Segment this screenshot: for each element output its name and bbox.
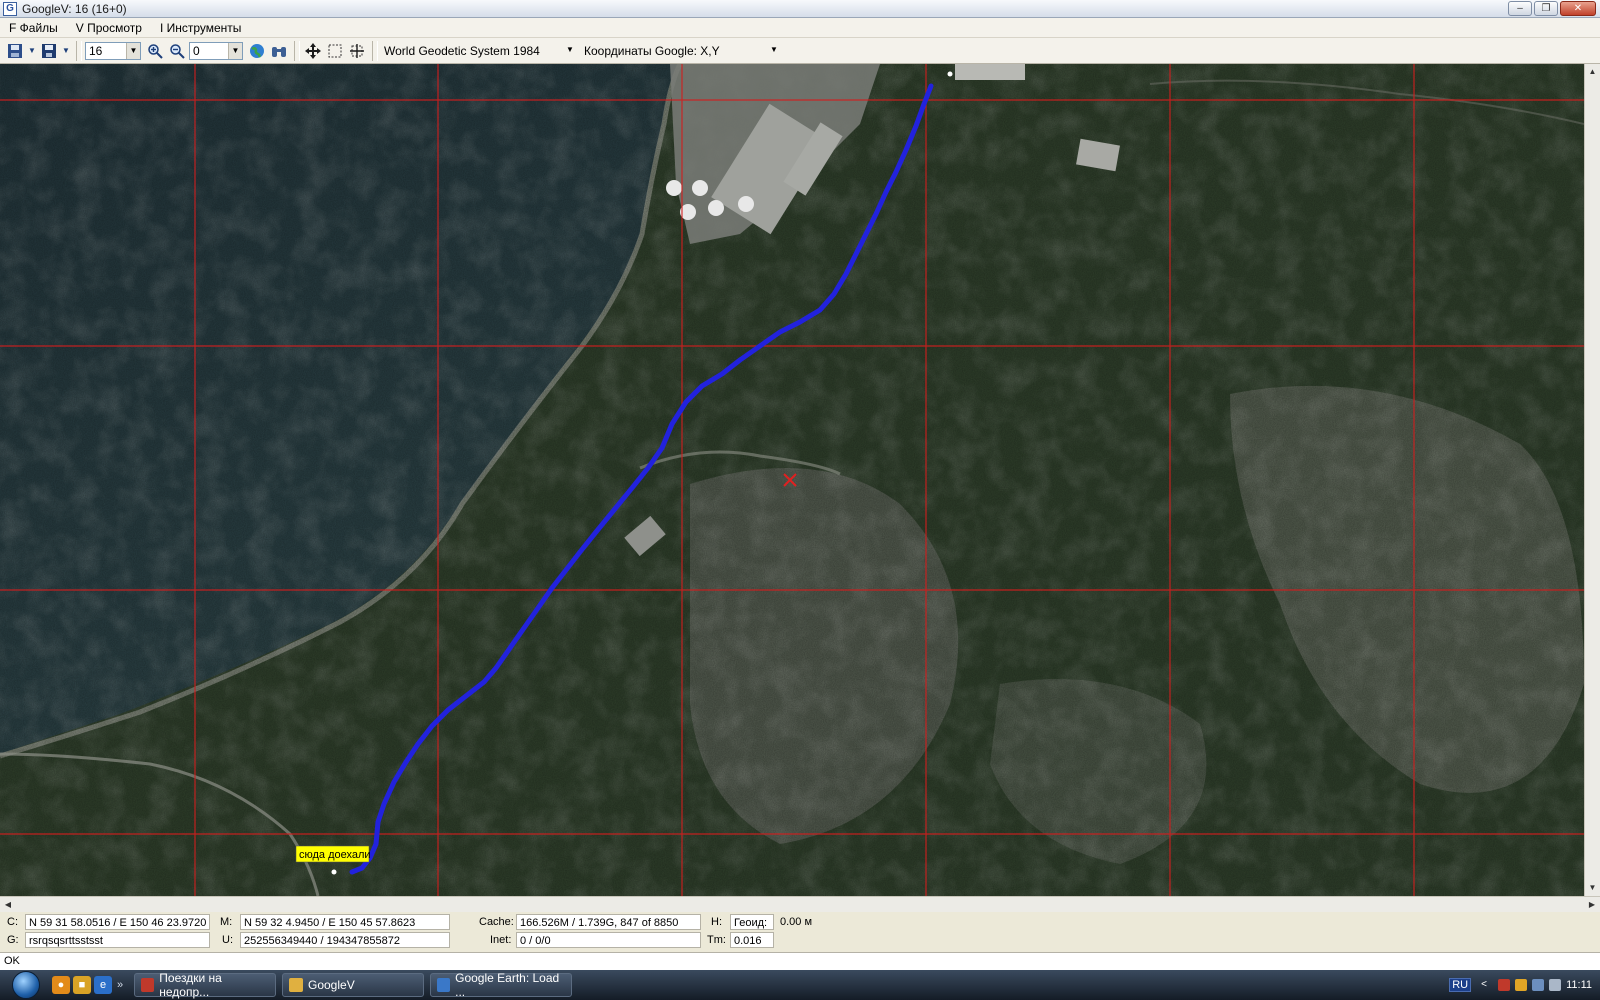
tray-network-icon[interactable] [1532,979,1545,991]
language-indicator[interactable]: RU [1449,978,1472,992]
crosshair-center-icon[interactable] [347,41,367,61]
save-as-icon[interactable] [39,41,59,61]
satellite-map-view[interactable]: сюда доехали [0,64,1584,896]
pan-move-icon[interactable] [303,41,323,61]
storage-tank [666,180,682,196]
taskbar-item-label: Поездки на недопр... [159,971,222,999]
message-bar: OK [0,952,1600,970]
windows-logo-icon [12,971,40,999]
menu-tools[interactable]: I Инструменты [151,21,251,35]
clock[interactable]: 11:11 [1566,979,1592,991]
menu-files[interactable]: F Файлы [0,21,67,35]
toolbar-separator [294,40,300,61]
chevron-down-icon[interactable]: ▼ [228,42,242,59]
minimize-button[interactable]: – [1508,1,1532,16]
globe-icon[interactable] [247,41,267,61]
geoid-label: Геоид: [730,914,774,930]
scroll-right-icon[interactable]: ▶ [1584,897,1600,912]
taskbar-item-label: Google Earth: Load ... [455,971,560,999]
chevron-down-icon[interactable]: ▼ [767,42,781,58]
menu-bar: F Файлы V Просмотр I Инструменты [0,18,1600,38]
coord-mode-value: Координаты Google: X,Y [584,43,720,58]
close-button[interactable]: ✕ [1560,1,1596,16]
chevron-down-icon[interactable]: ▼ [126,42,140,59]
cursor-coord-value: N 59 31 58.0516 / E 150 46 23.9720 [25,914,210,930]
cache-label: Cache: [479,916,514,928]
marker-coord-label: M: [220,916,233,928]
window-title: GoogleV: 16 (16+0) [22,1,127,16]
tray-expand-icon[interactable]: < [1481,979,1493,991]
toolbar-separator [372,40,378,61]
chevron-down-icon[interactable]: ▼ [27,41,37,61]
tile-code-label: G: [7,934,19,946]
storage-tank [692,180,708,196]
cache-value: 166.526M / 1.739G, 847 of 8850 [516,914,701,930]
pixel-coord-value: 252556349440 / 194347855872 [240,932,450,948]
pixel-coord-label: U: [222,934,233,946]
select-rectangle-icon[interactable] [325,41,345,61]
time-value: 0.016 [730,932,774,948]
coord-mode-select[interactable]: Координаты Google: X,Y ▼ [581,42,781,60]
tray-antivirus-icon[interactable] [1498,979,1511,991]
geoid-value: 0.00 м [780,916,813,928]
save-disk-icon[interactable] [5,41,25,61]
track-end-point [331,869,337,875]
google-earth-app-icon [437,978,451,992]
app-icon: G [3,1,17,16]
scroll-left-icon[interactable]: ◀ [0,897,16,912]
binoculars-icon[interactable] [269,41,289,61]
quicklaunch-folder-icon[interactable]: ■ [73,976,91,994]
message-text: OK [4,955,20,967]
inet-value: 0 / 0/0 [516,932,701,948]
height-label: H: [711,916,722,928]
browser-app-icon [141,978,155,992]
taskbar-item-label: GoogleV [308,978,355,992]
windows-taskbar: ● ■ e » Поездки на недопр... GoogleV Goo… [0,970,1600,1000]
zoom-out-icon[interactable] [167,41,187,61]
inet-label: Inet: [490,934,512,946]
tray-volume-icon[interactable] [1549,979,1562,991]
annotation-label[interactable]: сюда доехали [299,849,371,861]
cursor-coord-label: C: [7,916,18,928]
datum-value: World Geodetic System 1984 [384,43,540,58]
tile-code-value: rsrqsqsrttsstsst [25,932,210,948]
zoom-in-icon[interactable] [145,41,165,61]
start-button[interactable] [0,970,52,1000]
chevron-down-icon[interactable]: ▼ [563,42,577,58]
quicklaunch-ie-icon[interactable]: e [94,976,112,994]
zoom-level-select[interactable]: 16 ▼ [85,41,141,60]
maximize-button[interactable]: ❐ [1534,1,1558,16]
quicklaunch-browser-icon[interactable]: ● [52,976,70,994]
folder-app-icon [289,978,303,992]
scroll-up-icon[interactable]: ▲ [1585,64,1600,80]
toolbar: ▼ ▼ 16 ▼ 0 ▼ World Geodetic System 1984 … [0,38,1600,64]
layer-select[interactable]: 0 ▼ [189,41,243,60]
layer-value: 0 [193,43,200,58]
scroll-down-icon[interactable]: ▼ [1585,880,1600,896]
system-tray: RU < 11:11 [1449,970,1600,1000]
zoom-level-value: 16 [89,43,103,58]
storage-tank [738,196,754,212]
storage-tank [708,200,724,216]
horizontal-scrollbar[interactable]: ◀ ▶ [0,896,1600,912]
quicklaunch-more-icon[interactable]: » [115,976,125,994]
tray-warning-icon[interactable] [1515,979,1528,991]
marker-coord-value: N 59 32 4.9450 / E 150 45 57.8623 [240,914,450,930]
building [955,64,1025,80]
status-panel: C: N 59 31 58.0516 / E 150 46 23.9720 M:… [0,912,1600,952]
toolbar-separator [76,40,82,61]
taskbar-item-browser[interactable]: Поездки на недопр... [134,971,276,999]
chevron-down-icon[interactable]: ▼ [61,41,71,61]
datum-select[interactable]: World Geodetic System 1984 ▼ [381,42,577,60]
title-bar: G GoogleV: 16 (16+0) – ❐ ✕ [0,0,1600,18]
taskbar-item-google-earth[interactable]: Google Earth: Load ... [430,971,572,999]
track-start-point [947,71,953,77]
taskbar-item-googlev[interactable]: GoogleV [282,973,424,997]
menu-view[interactable]: V Просмотр [67,21,151,35]
time-label: Tm: [707,934,726,946]
vertical-scrollbar[interactable]: ▲ ▼ [1584,64,1600,896]
